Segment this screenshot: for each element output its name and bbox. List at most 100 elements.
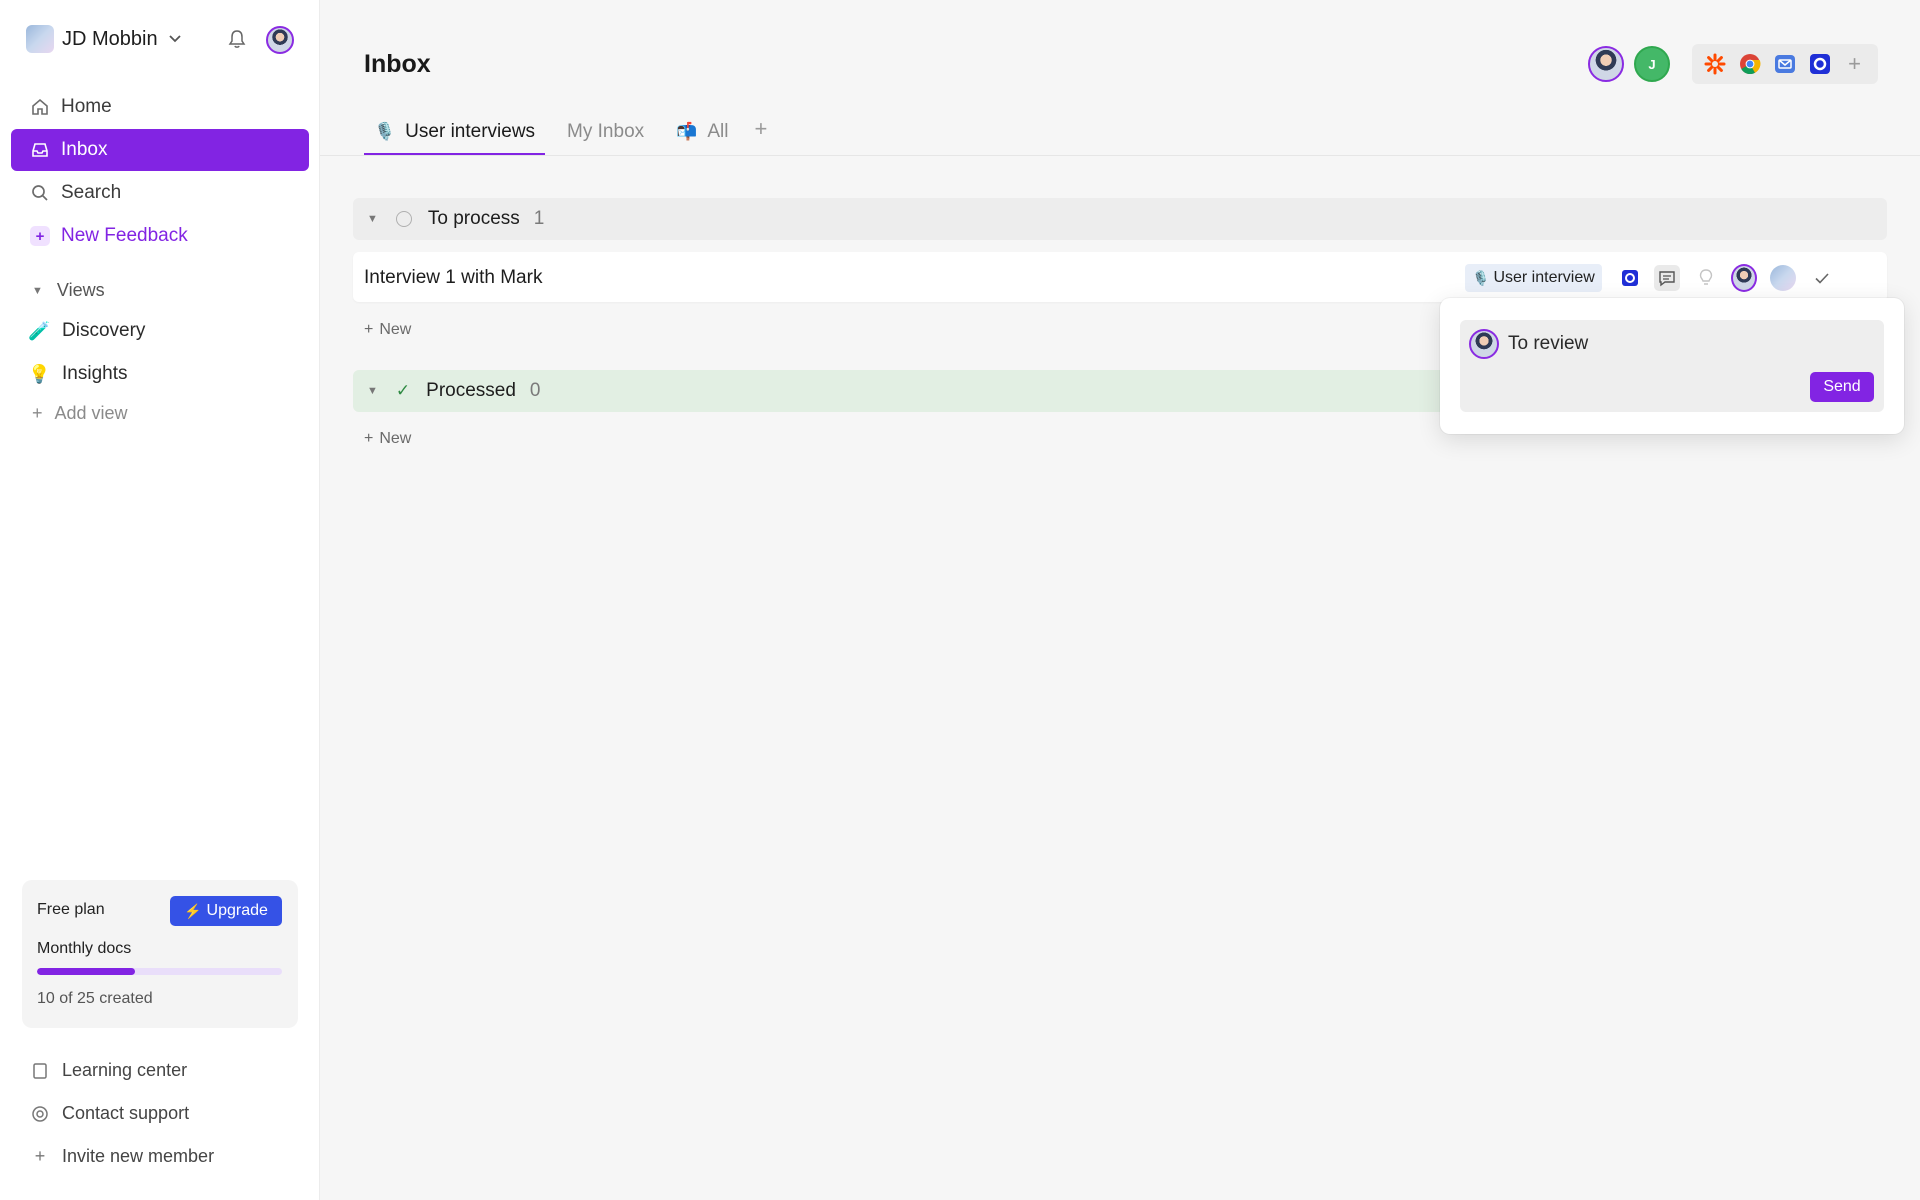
tab-label: All [707, 121, 729, 142]
usage-progress-fill [37, 968, 135, 975]
intercom-icon[interactable] [1617, 265, 1643, 291]
group-count: 1 [533, 208, 545, 229]
views-heading: Views [56, 280, 105, 300]
tab-label: My Inbox [567, 121, 645, 142]
upgrade-label: Upgrade [206, 902, 268, 919]
group-count: 0 [529, 380, 541, 401]
new-label: New [379, 321, 412, 338]
footer-label: Learning center [62, 1060, 188, 1080]
sidebar-nav: Home Inbox Search + New Feedback [11, 86, 309, 258]
comment-popover: To review Send [1440, 298, 1904, 434]
view-item-discovery[interactable]: 🧪 Discovery [28, 320, 145, 342]
comment-text: To review [1508, 333, 1589, 354]
sidebar-item-inbox[interactable]: Inbox [11, 129, 309, 171]
add-tab-icon[interactable]: + [754, 114, 767, 144]
caret-down-icon[interactable]: ▼ [367, 213, 378, 225]
test-tube-icon: 🧪 [28, 320, 51, 341]
user-avatar[interactable] [266, 26, 294, 54]
group-name: Processed [426, 380, 516, 401]
plus-icon: + [32, 403, 43, 423]
plus-icon: + [364, 430, 374, 447]
home-icon [29, 96, 51, 118]
view-label: Insights [62, 363, 128, 384]
collaborator-avatar[interactable] [1588, 46, 1624, 82]
workspace-logo [26, 25, 54, 53]
plan-title: Free plan [37, 901, 105, 918]
integrations-bar: + [1692, 44, 1878, 84]
header-divider [320, 155, 1920, 156]
comment-input[interactable]: To review Send [1460, 320, 1884, 412]
meter-label: Monthly docs [37, 940, 132, 957]
new-item-button[interactable]: + New [364, 430, 417, 448]
workspace-switcher[interactable]: JD Mobbin [26, 24, 296, 54]
microphone-icon: 🎙️ [374, 122, 396, 141]
send-button[interactable]: Send [1810, 372, 1874, 402]
plus-icon: + [30, 226, 50, 246]
mail-icon[interactable] [1774, 52, 1796, 76]
add-view-label: Add view [54, 403, 128, 423]
search-icon [29, 182, 51, 204]
tag-badge[interactable]: 🎙️ User interview [1465, 264, 1602, 292]
zapier-icon[interactable] [1704, 52, 1726, 76]
invite-member-link[interactable]: + Invite new member [30, 1146, 214, 1167]
footer-label: Contact support [62, 1103, 190, 1123]
page-title: Inbox [364, 50, 431, 78]
workspace-name: JD Mobbin [62, 27, 158, 50]
tab-bar: 🎙️ User interviews My Inbox 📬 All + [364, 108, 767, 156]
collaborator-avatar[interactable]: J [1634, 46, 1670, 82]
caret-down-icon: ▼ [32, 284, 43, 297]
views-section-toggle[interactable]: ▼ Views [32, 280, 105, 301]
avatar [1731, 264, 1757, 292]
chevron-down-icon [168, 31, 182, 47]
view-label: Discovery [62, 320, 146, 341]
footer-label: Invite new member [62, 1146, 215, 1166]
lightbulb-icon: 💡 [28, 363, 51, 384]
notification-bell-icon[interactable] [226, 28, 248, 50]
lightbulb-icon[interactable] [1693, 265, 1719, 291]
comment-icon[interactable] [1654, 265, 1680, 291]
sidebar: JD Mobbin Home Inbox Search + New Feedba… [0, 0, 320, 1200]
intercom-icon[interactable] [1809, 52, 1831, 76]
tab-my-inbox[interactable]: My Inbox [557, 108, 654, 156]
collaborators: J [1588, 46, 1680, 82]
table-row[interactable]: Interview 1 with Mark 🎙️ User interview [353, 252, 1887, 302]
mailbox-icon: 📬 [676, 122, 698, 141]
group-to-process[interactable]: ▼ To process 1 [353, 198, 1887, 240]
sidebar-item-label: Home [61, 96, 112, 117]
check-icon[interactable] [1809, 265, 1835, 291]
tab-user-interviews[interactable]: 🎙️ User interviews [364, 108, 546, 156]
inbox-icon [29, 139, 51, 161]
lightning-icon: ⚡ [184, 902, 202, 919]
caret-down-icon[interactable]: ▼ [367, 385, 378, 397]
usage-progress-bar [37, 968, 282, 975]
assignee-avatar[interactable] [1731, 264, 1757, 292]
tab-label: User interviews [405, 121, 536, 142]
sidebar-item-label: Inbox [61, 139, 108, 160]
new-feedback-button[interactable]: + New Feedback [11, 215, 309, 257]
group-name: To process [427, 208, 520, 229]
plus-icon: + [34, 1146, 46, 1166]
lifebuoy-icon [30, 1105, 50, 1123]
chrome-icon[interactable] [1739, 52, 1761, 76]
upgrade-button[interactable]: ⚡ Upgrade [170, 896, 282, 926]
contact-support-link[interactable]: Contact support [30, 1103, 189, 1124]
usage-text: 10 of 25 created [37, 990, 153, 1007]
avatar [1469, 329, 1499, 359]
add-integration-icon[interactable]: + [1844, 51, 1865, 76]
new-label: New [379, 430, 412, 447]
sidebar-item-label: Search [61, 182, 122, 203]
row-title: Interview 1 with Mark [364, 267, 543, 288]
sidebar-item-search[interactable]: Search [11, 172, 309, 214]
add-view-button[interactable]: + Add view [32, 403, 128, 424]
main-content: Inbox J + 🎙️ User interviews My Inbox 📬 … [320, 0, 1920, 1200]
avatar [1770, 265, 1796, 291]
tag-label: User interview [1493, 269, 1595, 286]
plan-card: Free plan ⚡ Upgrade Monthly docs 10 of 2… [22, 880, 298, 1028]
microphone-icon: 🎙️ [1472, 269, 1490, 286]
view-item-insights[interactable]: 💡 Insights [28, 363, 127, 385]
workspace-avatar[interactable] [1770, 265, 1796, 291]
tab-all[interactable]: 📬 All [666, 108, 738, 156]
learning-center-link[interactable]: Learning center [30, 1060, 187, 1081]
sidebar-item-home[interactable]: Home [11, 86, 309, 128]
new-item-button[interactable]: + New [364, 321, 417, 339]
